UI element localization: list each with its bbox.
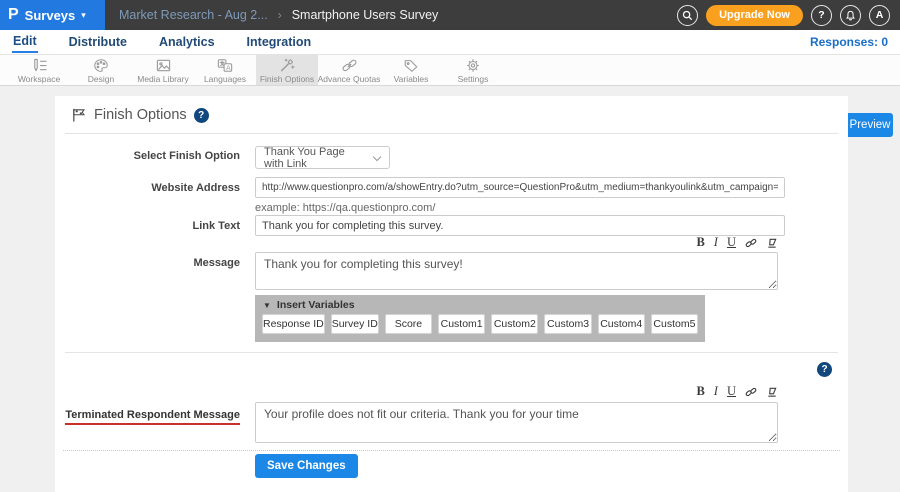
avatar[interactable]: A xyxy=(869,5,890,26)
italic-button[interactable]: I xyxy=(714,385,718,398)
header-actions: Upgrade Now ? A xyxy=(677,5,900,26)
chevron-down-icon xyxy=(373,153,381,161)
insert-variables-buttons: Response ID Survey ID Score Custom1 Cust… xyxy=(255,313,705,335)
search-button[interactable] xyxy=(677,5,698,26)
bold-button[interactable]: B xyxy=(696,236,704,249)
questionpro-logo: P xyxy=(8,7,19,23)
variable-button-score[interactable]: Score xyxy=(385,314,432,334)
caret-down-icon: ▼ xyxy=(263,301,271,310)
select-finish-option-label: Select Finish Option xyxy=(55,150,240,162)
toolbar-item-variables[interactable]: Variables xyxy=(380,55,442,85)
underline-button[interactable]: U xyxy=(727,236,736,249)
toolbar-item-languages[interactable]: A Languages xyxy=(194,55,256,85)
link-text-input[interactable] xyxy=(255,215,785,236)
toolbar-item-advance-quotas[interactable]: Advance Quotas xyxy=(318,55,380,85)
breadcrumb-survey-name: Smartphone Users Survey xyxy=(292,8,439,22)
nav-tab-analytics[interactable]: Analytics xyxy=(158,32,216,52)
remove-format-icon[interactable] xyxy=(766,237,778,249)
page-title: Finish Options ? xyxy=(71,107,209,123)
magic-wand-icon xyxy=(279,57,295,73)
insert-link-icon[interactable] xyxy=(745,386,757,398)
breadcrumb-separator-icon: › xyxy=(278,8,282,22)
nav-tab-edit[interactable]: Edit xyxy=(12,31,38,53)
nav-tab-integration[interactable]: Integration xyxy=(246,32,313,52)
variable-button-custom3[interactable]: Custom3 xyxy=(544,314,591,334)
title-divider xyxy=(65,133,838,134)
save-divider xyxy=(63,450,840,451)
finish-flag-icon xyxy=(71,107,87,123)
variable-button-custom2[interactable]: Custom2 xyxy=(491,314,538,334)
variable-button-custom5[interactable]: Custom5 xyxy=(651,314,698,334)
product-name: Surveys xyxy=(25,8,76,23)
palette-icon xyxy=(93,57,109,73)
finish-option-select[interactable]: Thank You Page with Link xyxy=(255,146,390,169)
breadcrumb-folder[interactable]: Market Research - Aug 2... xyxy=(119,8,268,22)
gear-icon xyxy=(465,57,481,73)
workspace-icon xyxy=(31,57,48,73)
variable-button-response-id[interactable]: Response ID xyxy=(262,314,325,334)
message-textarea[interactable]: Thank you for completing this survey! xyxy=(255,252,778,290)
help-button[interactable]: ? xyxy=(811,5,832,26)
message-label: Message xyxy=(55,257,240,269)
toolbar-item-settings[interactable]: Settings xyxy=(442,55,504,85)
variable-button-custom1[interactable]: Custom1 xyxy=(438,314,485,334)
search-icon xyxy=(682,10,693,21)
link-text-label: Link Text xyxy=(55,220,240,232)
nav-tab-distribute[interactable]: Distribute xyxy=(68,32,128,52)
survey-toolbar: Workspace Design Media Library A Languag… xyxy=(0,55,900,86)
responses-count[interactable]: Responses: 0 xyxy=(810,35,888,49)
message-editor-toolbar: B I U xyxy=(255,236,778,249)
terminated-message-label: Terminated Respondent Message xyxy=(65,409,240,425)
chain-link-icon xyxy=(341,57,358,73)
underline-button[interactable]: U xyxy=(727,385,736,398)
breadcrumb: Market Research - Aug 2... › Smartphone … xyxy=(119,8,438,22)
insert-variables-toggle[interactable]: ▼ Insert Variables xyxy=(255,295,705,313)
save-changes-button[interactable]: Save Changes xyxy=(255,454,358,478)
variable-button-survey-id[interactable]: Survey ID xyxy=(331,314,379,334)
surveys-product-menu[interactable]: P Surveys ▾ xyxy=(0,0,105,30)
remove-format-icon[interactable] xyxy=(766,386,778,398)
terminated-message-help-icon[interactable]: ? xyxy=(817,362,832,377)
website-address-input[interactable] xyxy=(255,177,785,198)
toolbar-item-design[interactable]: Design xyxy=(70,55,132,85)
upgrade-now-button[interactable]: Upgrade Now xyxy=(706,5,803,26)
terminated-message-label-wrap: Terminated Respondent Message xyxy=(55,405,240,425)
toolbar-item-workspace[interactable]: Workspace xyxy=(8,55,70,85)
chevron-down-icon: ▾ xyxy=(81,10,86,21)
italic-button[interactable]: I xyxy=(714,236,718,249)
translate-icon: A xyxy=(217,57,233,73)
bell-icon xyxy=(845,10,856,21)
toolbar-item-media-library[interactable]: Media Library xyxy=(132,55,194,85)
bold-button[interactable]: B xyxy=(696,385,704,398)
main-nav: Edit Distribute Analytics Integration Re… xyxy=(0,30,900,55)
tag-icon xyxy=(403,57,419,73)
website-address-label: Website Address xyxy=(55,182,240,194)
svg-text:A: A xyxy=(226,64,231,71)
insert-variables-panel: ▼ Insert Variables Response ID Survey ID… xyxy=(255,295,705,342)
image-icon xyxy=(155,57,172,73)
terminated-message-textarea[interactable]: Your profile does not fit our criteria. … xyxy=(255,402,778,443)
terminated-editor-toolbar: B I U xyxy=(255,385,778,398)
insert-link-icon[interactable] xyxy=(745,237,757,249)
variable-button-custom4[interactable]: Custom4 xyxy=(598,314,645,334)
toolbar-item-finish-options[interactable]: Finish Options xyxy=(256,55,318,85)
top-header-bar: P Surveys ▾ Market Research - Aug 2... ›… xyxy=(0,0,900,30)
website-address-hint: example: https://qa.questionpro.com/ xyxy=(255,202,435,214)
finish-options-panel: Finish Options ? Select Finish Option Th… xyxy=(55,96,848,492)
finish-options-help-icon[interactable]: ? xyxy=(194,108,209,123)
section-divider xyxy=(65,352,838,353)
notifications-button[interactable] xyxy=(840,5,861,26)
